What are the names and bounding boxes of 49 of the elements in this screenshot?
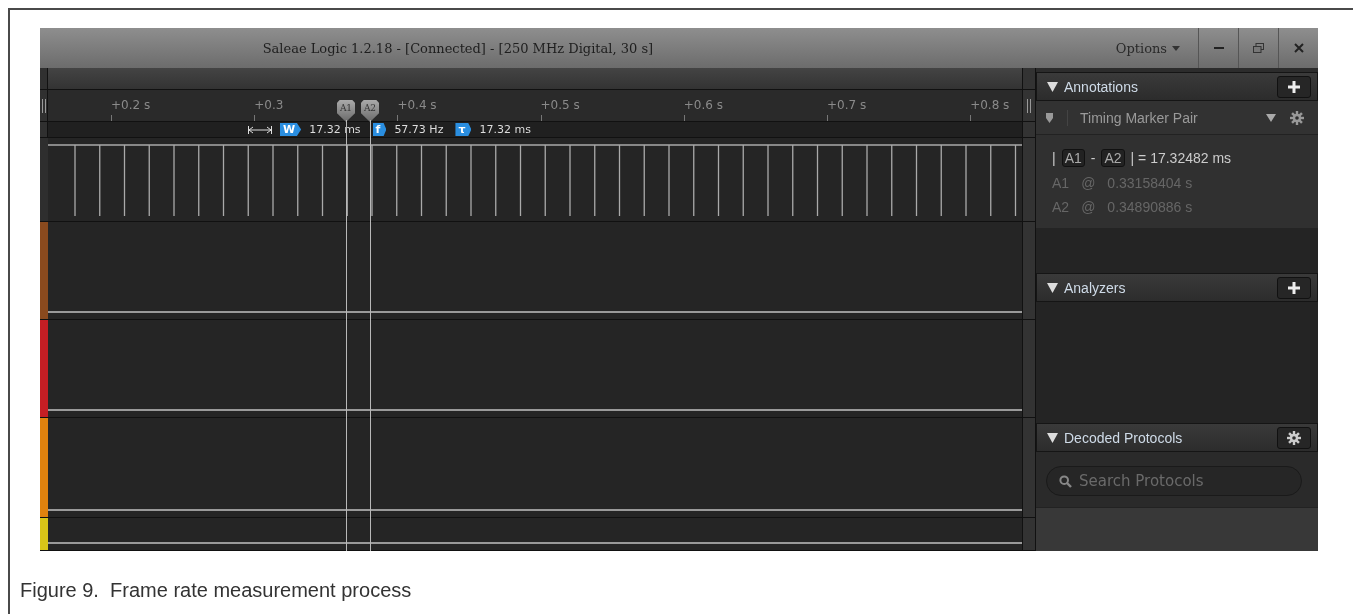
panel-title: Analyzers xyxy=(1064,279,1127,296)
options-menu[interactable]: Options xyxy=(1115,40,1180,56)
expression-text: - xyxy=(1090,150,1096,166)
caret-icon xyxy=(1172,45,1180,51)
minimize-icon xyxy=(1213,47,1224,49)
marker-tag: A1 xyxy=(1061,149,1085,167)
panel-title: Annotations xyxy=(1064,78,1139,95)
settings-icon xyxy=(1290,110,1304,125)
tick-label: +0.3 xyxy=(254,98,284,112)
plus-icon xyxy=(1288,80,1300,93)
add-button[interactable] xyxy=(1277,75,1311,98)
tick-label: +0.4 s xyxy=(397,98,437,112)
tick-label: +0.5 s xyxy=(540,98,580,112)
search-field[interactable]: Search Protocols xyxy=(1046,466,1302,496)
panel-title: Decoded Protocols xyxy=(1064,429,1184,446)
tick-label: +0.7 s xyxy=(826,98,867,112)
annotation-name[interactable]: Timing Marker Pair xyxy=(1067,109,1252,126)
collapse-triangle-icon[interactable] xyxy=(1047,432,1058,443)
dropdown-triangle-icon[interactable] xyxy=(1266,113,1276,122)
annotation-row[interactable]: Timing Marker Pair xyxy=(1036,101,1318,135)
plus-icon xyxy=(1288,281,1300,294)
close-icon xyxy=(1293,43,1304,53)
scroll-bar[interactable] xyxy=(48,68,1022,89)
collapse-triangle-icon[interactable] xyxy=(1047,282,1058,293)
restore-icon xyxy=(1253,43,1264,53)
expression-text: | xyxy=(1052,150,1056,166)
width-range-icon xyxy=(248,125,272,134)
expression-text: | = 17.32482 ms xyxy=(1130,150,1232,166)
measurement-value: 57.73 Hz xyxy=(394,123,444,136)
marker-tag: A2 xyxy=(1101,149,1125,167)
tick-label: +0.8 s xyxy=(970,98,1010,112)
measurement-badge: τ xyxy=(455,123,472,136)
figure-caption: Figure 9. Frame rate measurement process xyxy=(20,579,413,602)
marker-icon xyxy=(1046,112,1053,123)
at-sign: @ xyxy=(1081,199,1096,215)
tick-label: +0.2 s xyxy=(111,98,151,112)
add-button[interactable] xyxy=(1277,276,1311,299)
measurement-badge: f xyxy=(372,123,387,136)
at-sign: @ xyxy=(1081,175,1096,191)
tick-label: +0.6 s xyxy=(683,98,723,112)
window-title: Saleae Logic 1.2.18 - [Connected] - [250 MHz Digital, 30 s] xyxy=(261,40,655,56)
search-icon xyxy=(1059,475,1072,488)
grip-icon[interactable] xyxy=(41,98,46,113)
settings-icon xyxy=(1287,430,1301,445)
grip-icon[interactable] xyxy=(1027,98,1031,113)
measurement-badge: W xyxy=(280,123,302,136)
measurement-value: 17.32 ms xyxy=(479,123,531,136)
settings-button[interactable] xyxy=(1277,426,1311,449)
collapse-triangle-icon[interactable] xyxy=(1047,81,1058,92)
